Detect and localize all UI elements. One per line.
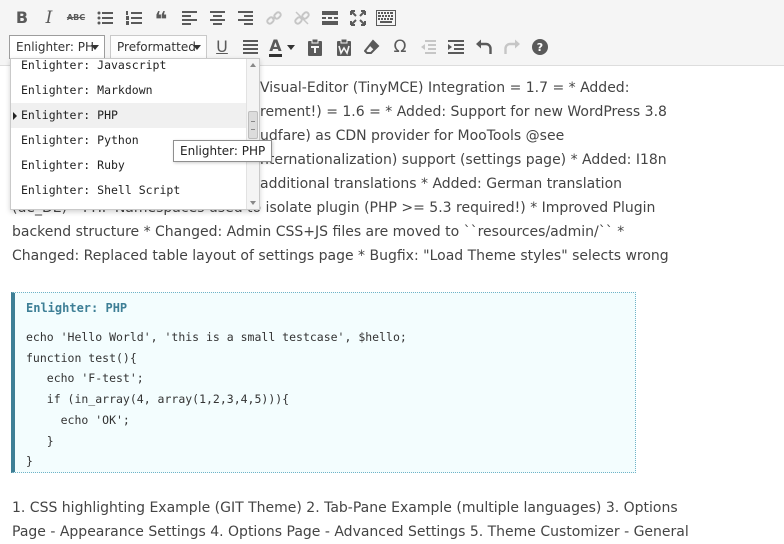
list-paragraph: 1. CSS highlighting Example (GIT Theme) … xyxy=(12,496,689,544)
code-lines: echo 'Hello World', 'this is a small tes… xyxy=(26,327,407,472)
dropdown-item-label: Enlighter: Ruby xyxy=(21,158,125,172)
insert-link-button[interactable] xyxy=(262,6,286,30)
justify-button[interactable] xyxy=(238,35,262,59)
scroll-down-icon[interactable] xyxy=(250,201,256,205)
help-icon: ? xyxy=(532,39,548,55)
keyboard-icon xyxy=(376,10,396,26)
read-more-icon xyxy=(322,11,338,25)
bold-icon: B xyxy=(15,8,29,27)
undo-icon xyxy=(476,39,492,54)
blockquote-icon: ❝ xyxy=(154,8,168,33)
enlighter-select-value: Enlighter: PH xyxy=(16,40,95,54)
dropdown-item-shell-script[interactable]: Enlighter: Shell Script xyxy=(11,178,247,203)
italic-button[interactable]: I xyxy=(37,6,61,30)
format-select[interactable]: Preformatted xyxy=(110,35,207,59)
indent-button[interactable] xyxy=(444,35,468,59)
help-button[interactable]: ? xyxy=(528,35,552,59)
bold-button[interactable]: B xyxy=(10,6,34,30)
eraser-icon xyxy=(364,39,380,54)
code-block[interactable]: Enlighter: PHP echo 'Hello World', 'this… xyxy=(11,292,636,473)
code-line: echo 'F-test'; xyxy=(26,371,144,386)
code-line: echo 'OK'; xyxy=(26,412,130,427)
text-color-button[interactable]: A xyxy=(264,35,300,59)
strikethrough-icon: ABC xyxy=(66,13,86,22)
enlighter-language-dropdown[interactable]: Enlighter: Javascript Enlighter: Markdow… xyxy=(10,58,260,210)
dropdown-scrollbar[interactable] xyxy=(246,59,259,209)
toolbar-toggle-button[interactable] xyxy=(374,6,398,30)
align-center-button[interactable] xyxy=(205,6,229,30)
numbered-list-icon xyxy=(126,11,142,25)
omega-icon: Ω xyxy=(393,36,407,57)
align-right-icon xyxy=(237,11,253,25)
remove-link-button[interactable] xyxy=(290,6,314,30)
outdent-button[interactable] xyxy=(416,35,440,59)
bullet-list-icon xyxy=(97,11,113,25)
dropdown-item-label: Enlighter: PHP xyxy=(21,108,118,122)
redo-button[interactable] xyxy=(500,35,524,59)
dropdown-item-label: Enlighter: Markdown xyxy=(21,83,153,97)
code-language-label: Enlighter: PHP xyxy=(26,301,128,315)
bullet-list-button[interactable] xyxy=(93,6,117,30)
underline-button[interactable]: U xyxy=(210,35,234,59)
paste-word-button[interactable] xyxy=(332,35,356,59)
code-line: function test(){ xyxy=(26,350,137,365)
enlighter-language-select[interactable]: Enlighter: PH xyxy=(9,35,105,59)
code-line: if (in_array(4, array(1,2,3,4,5))){ xyxy=(26,392,290,407)
justify-icon xyxy=(242,40,258,54)
format-select-value: Preformatted xyxy=(117,40,196,54)
indent-icon xyxy=(448,40,464,54)
redo-icon xyxy=(504,39,520,54)
paragraph-line: backend structure * Changed: Admin CSS+J… xyxy=(12,224,625,240)
chevron-down-icon xyxy=(193,45,201,50)
fullscreen-button[interactable] xyxy=(346,6,370,30)
scroll-up-icon[interactable] xyxy=(250,63,256,67)
dropdown-item-label: Enlighter: Python xyxy=(21,133,139,147)
paste-word-icon xyxy=(337,38,351,56)
dropdown-item-markdown[interactable]: Enlighter: Markdown xyxy=(11,78,247,103)
dropdown-item-label: Enlighter: Shell Script xyxy=(21,183,181,197)
dropdown-item-label: Enlighter: Javascript xyxy=(21,58,167,72)
align-right-button[interactable] xyxy=(233,6,257,30)
chevron-down-icon xyxy=(91,45,99,50)
unlink-icon xyxy=(294,11,310,25)
numbered-list-button[interactable] xyxy=(122,6,146,30)
special-character-button[interactable]: Ω xyxy=(388,35,412,59)
paste-text-icon xyxy=(308,38,322,56)
text-color-icon: A xyxy=(269,35,282,57)
code-line: } xyxy=(26,454,33,469)
blockquote-button[interactable]: ❝ xyxy=(149,6,173,33)
selected-marker-icon xyxy=(13,112,17,120)
hover-tooltip: Enlighter: PHP xyxy=(173,140,273,162)
paragraph-line: 1. CSS highlighting Example (GIT Theme) … xyxy=(12,500,678,516)
italic-icon: I xyxy=(45,7,53,28)
scrollbar-thumb[interactable] xyxy=(248,111,258,139)
undo-button[interactable] xyxy=(472,35,496,59)
strikethrough-button[interactable]: ABC xyxy=(64,6,88,30)
underline-icon: U xyxy=(216,37,228,56)
outdent-icon xyxy=(421,40,436,54)
link-icon xyxy=(266,11,282,25)
align-center-icon xyxy=(209,11,225,25)
read-more-button[interactable] xyxy=(318,6,342,30)
editor-toolbar: B I ABC ❝ Enlighter: PH Preformatted U A… xyxy=(0,0,784,66)
paste-as-text-button[interactable] xyxy=(303,35,327,59)
dropdown-item-javascript[interactable]: Enlighter: Javascript xyxy=(11,58,247,78)
align-left-icon xyxy=(181,11,197,25)
fullscreen-icon xyxy=(350,10,366,26)
paragraph-line: Changed: Replaced table layout of settin… xyxy=(12,248,669,264)
code-line: } xyxy=(26,433,54,448)
code-line: echo 'Hello World', 'this is a small tes… xyxy=(26,330,407,344)
dropdown-item-php[interactable]: Enlighter: PHP xyxy=(11,103,247,128)
chevron-down-icon xyxy=(287,44,295,50)
clear-formatting-button[interactable] xyxy=(360,35,384,59)
paragraph-line: Page - Appearance Settings 4. Options Pa… xyxy=(12,524,689,540)
align-left-button[interactable] xyxy=(177,6,201,30)
